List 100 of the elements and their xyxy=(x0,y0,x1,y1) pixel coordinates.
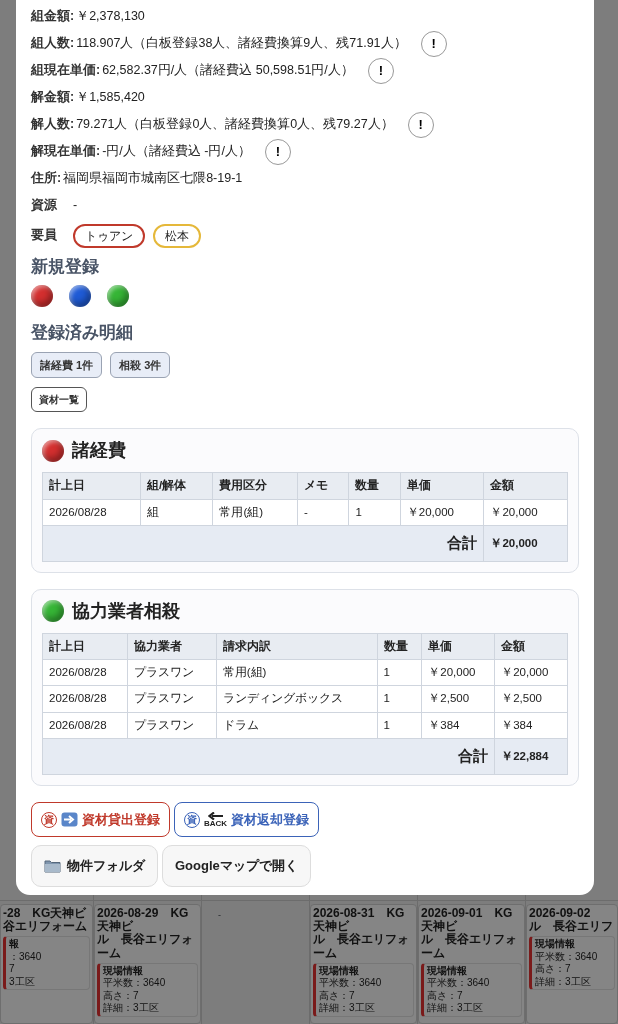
table-cell: ￥20,000 xyxy=(421,659,495,686)
field-label: 住所: xyxy=(31,170,62,187)
field-label: 要員 xyxy=(31,227,57,244)
card-title-line: 2026-08-31 KG天神ビ xyxy=(313,907,406,934)
info-button[interactable]: ! xyxy=(367,58,394,84)
total-label: 合計 xyxy=(42,525,484,562)
section-title: 諸経費 xyxy=(72,439,126,463)
table-cell: プラスワン xyxy=(127,712,217,739)
info-button[interactable]: ! xyxy=(420,31,447,57)
card-title-line: ル 長谷エリフォーム xyxy=(313,933,410,960)
table-cell: ￥384 xyxy=(421,712,495,739)
calendar-card[interactable]: -28 KG天神ビ 谷エリフォーム 報 ：3640 7 3工区 xyxy=(0,904,93,1024)
column-header: 請求内訳 xyxy=(216,633,378,660)
folder-button[interactable]: 物件フォルダ xyxy=(31,845,158,887)
table-cell: ￥20,000 xyxy=(483,499,568,526)
total-label: 合計 xyxy=(42,738,495,775)
table-cell: プラスワン xyxy=(127,685,217,713)
column-header: 単価 xyxy=(400,472,484,500)
column-header: 金額 xyxy=(494,633,568,660)
info-title: 現場情報 xyxy=(103,964,144,978)
field-value: 62,582.37円/人（諸経費込 50,598.51円/人） xyxy=(102,62,354,79)
column-header: 単価 xyxy=(421,633,495,660)
card-title-line: ル 長谷エリフォーム xyxy=(421,933,518,960)
card-title-line: 2026-09-01 KG天神ビ xyxy=(421,907,514,934)
column-header: 協力業者 xyxy=(127,633,217,660)
column-header: 数量 xyxy=(377,633,422,660)
lend-register-button[interactable]: 資 資材貸出登録 xyxy=(31,801,170,838)
table-cell: 2026/08/28 xyxy=(42,685,128,713)
info-line: 詳細：3工区 xyxy=(319,1002,376,1015)
info-line: 平米数：3640 xyxy=(319,977,383,990)
table-cell: 2026/08/28 xyxy=(42,712,128,739)
column-header: 計上日 xyxy=(42,633,128,660)
total-value: ￥20,000 xyxy=(483,525,568,562)
map-button[interactable]: Googleマップで開く xyxy=(162,845,311,887)
column-header: 金額 xyxy=(483,472,568,500)
field-label: 組現在単価: xyxy=(31,62,101,79)
calendar-card[interactable]: 2026-08-29 KG天神ビ ル 長谷エリフォーム 現場情報 平米数：3640 高さ：7 詳細：3工区 xyxy=(94,904,201,1024)
filter-button[interactable]: 相殺 3件 xyxy=(110,351,171,379)
table-cell: プラスワン xyxy=(127,659,217,686)
total-value: ￥22,884 xyxy=(494,738,568,775)
table-cell: 2026/08/28 xyxy=(42,499,141,526)
color-ball-button[interactable] xyxy=(31,285,53,308)
field-label: 資源 xyxy=(31,197,57,214)
calendar-card[interactable]: 2026-09-02 ル 長谷エリフ 現場情報 平米数：3640 高さ：7 詳細：3工区 xyxy=(526,904,618,1024)
calendar-card[interactable]: 2026-09-01 KG天神ビ ル 長谷エリフォーム 現場情報 平米数：3640 高さ：7 詳細：3工区 xyxy=(418,904,525,1024)
info-line: 平米数：3640 xyxy=(427,977,491,990)
info-line: 高さ：7 xyxy=(319,989,356,1003)
info-line: 高さ：7 xyxy=(535,963,572,976)
column-header: 計上日 xyxy=(42,472,141,500)
column-header: 数量 xyxy=(348,472,401,500)
section-heading: 新規登録 xyxy=(31,257,100,278)
table-cell: 常用(組) xyxy=(212,499,298,526)
field-label: 組人数: xyxy=(31,35,75,52)
card-title-line: -28 KG天神ビ xyxy=(3,907,88,920)
field-label: 組金額: xyxy=(31,8,75,25)
info-line: 高さ：7 xyxy=(427,989,464,1003)
field-label: 解金額: xyxy=(31,89,75,106)
info-line: 3工区 xyxy=(9,975,36,989)
info-line: 詳細：3工区 xyxy=(535,975,592,989)
info-button[interactable]: ! xyxy=(407,112,434,138)
info-line: 詳細：3工区 xyxy=(103,1002,160,1015)
table-cell: 常用(組) xyxy=(216,659,378,686)
column-header: メモ xyxy=(297,472,349,500)
card-title-line: 2026-08-29 KG天神ビ xyxy=(97,907,190,934)
card-title-line: ル 長谷エリフォーム xyxy=(97,933,194,960)
table-cell: ￥2,500 xyxy=(421,685,495,713)
info-line: 詳細：3工区 xyxy=(427,1002,484,1015)
table-cell: ドラム xyxy=(216,712,378,739)
calendar-card[interactable]: 2026-08-31 KG天神ビ ル 長谷エリフォーム 現場情報 平米数：3640 高さ：7 詳細：3工区 xyxy=(310,904,417,1024)
info-button[interactable]: ! xyxy=(264,139,291,165)
folder-icon xyxy=(44,859,61,874)
card-title-line: 谷エリフォーム xyxy=(3,920,88,934)
materials-list-button[interactable]: 資材一覧 xyxy=(31,387,87,413)
column-header: 費用区分 xyxy=(212,472,298,500)
section-heading: 登録済み明細 xyxy=(31,323,134,344)
table-cell: ￥20,000 xyxy=(400,499,484,526)
filter-button[interactable]: 諸経費 1件 xyxy=(31,351,103,379)
info-title: 現場情報 xyxy=(319,964,360,978)
right-arrow-icon xyxy=(61,812,78,828)
field-value: 福岡県福岡市城南区七隈8-19-1 xyxy=(63,170,243,187)
info-line: 平米数：3640 xyxy=(103,977,167,990)
return-register-button[interactable]: 資 BACK 資材返却登録 xyxy=(174,801,320,838)
table-cell: 組 xyxy=(140,499,213,526)
field-value: -円/人（諸経費込 -円/人） xyxy=(102,143,251,160)
info-line: 高さ：7 xyxy=(103,989,140,1003)
field-label: 解人数: xyxy=(31,116,75,133)
table-cell: 2026/08/28 xyxy=(42,659,128,686)
info-line: 7 xyxy=(9,963,16,976)
staff-chip: 松本 xyxy=(153,224,201,248)
section-title: 協力業者相殺 xyxy=(72,599,180,623)
left-arrow-icon xyxy=(207,811,224,820)
field-value: ￥2,378,130 xyxy=(76,8,145,25)
table-cell: ￥384 xyxy=(494,712,568,739)
back-label: BACK xyxy=(204,819,228,828)
color-ball-button[interactable] xyxy=(107,285,129,308)
empty-mark: - xyxy=(218,910,221,920)
info-line: ：3640 xyxy=(9,950,43,964)
field-label: 解現在単価: xyxy=(31,143,101,160)
color-ball-button[interactable] xyxy=(69,285,91,308)
table-cell: ￥2,500 xyxy=(494,685,568,713)
